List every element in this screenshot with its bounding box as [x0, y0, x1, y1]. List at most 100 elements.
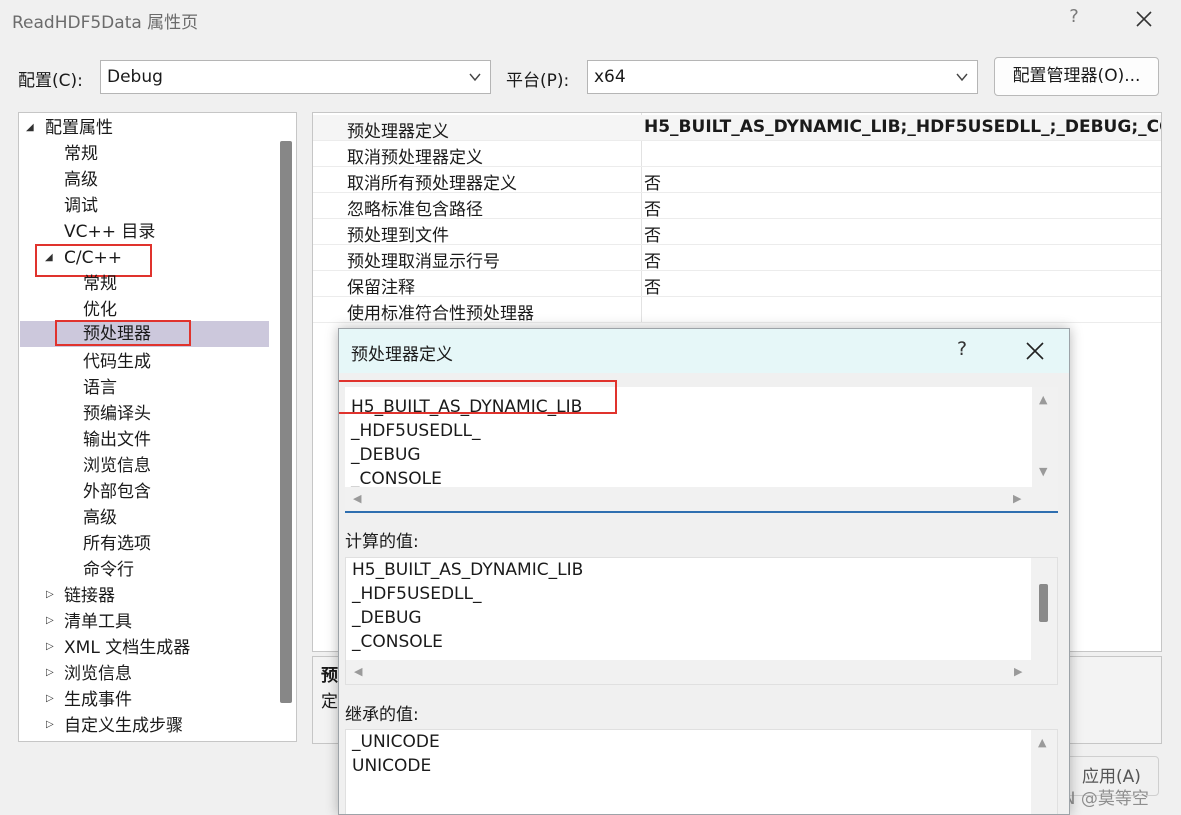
scroll-down-icon[interactable]: ▼ — [1039, 465, 1047, 478]
tree-item-output-files[interactable]: 输出文件 — [83, 427, 151, 453]
property-value[interactable]: 否 — [644, 221, 661, 246]
tree-item-browse-info[interactable]: 浏览信息 — [83, 453, 151, 479]
tree-item-xml-doc-generator[interactable]: XML 文档生成器 — [64, 635, 190, 661]
edit-line[interactable]: _CONSOLE — [351, 469, 442, 489]
preprocessor-definitions-dialog: 预处理器定义 ? H5_BUILT_AS_DYNAMIC_LIB _HDF5US… — [338, 328, 1070, 815]
config-value: Debug — [107, 67, 163, 87]
tree-item-cpp-general[interactable]: 常规 — [83, 271, 117, 297]
computed-values-label: 计算的值: — [345, 532, 419, 552]
edit-horizontal-scrollbar[interactable]: ◀ ▶ — [345, 487, 1058, 511]
config-label: 配置(C): — [18, 71, 83, 91]
property-name: 预处理器定义 — [347, 122, 449, 142]
property-value[interactable]: H5_BUILT_AS_DYNAMIC_LIB;_HDF5USEDLL_;_DE… — [644, 117, 1161, 137]
expanded-triangle-icon[interactable]: ◢ — [26, 122, 34, 133]
computed-horizontal-scrollbar[interactable]: ◀ ▶ — [346, 660, 1057, 684]
collapsed-triangle-icon[interactable]: ▷ — [46, 667, 54, 678]
tree-item-debugging[interactable]: 调试 — [64, 193, 98, 219]
highlight-box-definition — [339, 380, 617, 414]
edit-line[interactable]: _HDF5USEDLL_ — [351, 421, 480, 441]
close-icon[interactable] — [1128, 4, 1160, 34]
scroll-up-icon[interactable]: ▲ — [1039, 393, 1047, 406]
close-icon[interactable] — [1023, 339, 1047, 363]
inherited-line: UNICODE — [352, 756, 432, 776]
help-button[interactable]: ? — [1062, 6, 1086, 30]
tree-item-external-includes[interactable]: 外部包含 — [83, 479, 151, 505]
description-title: 预 — [321, 666, 338, 686]
tree-item-browse-information[interactable]: 浏览信息 — [64, 661, 132, 687]
platform-dropdown[interactable]: x64 — [587, 60, 978, 94]
computed-values-list: H5_BUILT_AS_DYNAMIC_LIB _HDF5USEDLL_ _DE… — [345, 557, 1058, 685]
inherited-line: _UNICODE — [352, 732, 440, 752]
collapsed-triangle-icon[interactable]: ▷ — [46, 719, 54, 730]
grid-row[interactable]: 取消所有预处理器定义 否 — [313, 167, 1161, 194]
tree-item-build-events[interactable]: 生成事件 — [64, 687, 132, 713]
computed-line: H5_BUILT_AS_DYNAMIC_LIB — [352, 560, 584, 580]
config-dropdown[interactable]: Debug — [100, 60, 491, 94]
property-tree: ◢ 配置属性 常规 高级 调试 VC++ 目录 ◢ C/C++ 常规 优化 预处… — [18, 112, 297, 742]
grid-row[interactable]: 使用标准符合性预处理器 — [313, 297, 1161, 324]
chevron-down-icon — [469, 73, 481, 82]
tree-item-code-generation[interactable]: 代码生成 — [83, 349, 151, 375]
scroll-right-icon[interactable]: ▶ — [1013, 492, 1021, 505]
collapsed-triangle-icon[interactable]: ▷ — [46, 589, 54, 600]
tree-item-config-properties[interactable]: 配置属性 — [45, 115, 113, 141]
grid-row[interactable]: 预处理器定义 H5_BUILT_AS_DYNAMIC_LIB;_HDF5USED… — [313, 115, 1161, 142]
property-value[interactable]: 否 — [644, 273, 661, 298]
grid-row[interactable]: 预处理取消显示行号 否 — [313, 245, 1161, 272]
property-name: 取消所有预处理器定义 — [347, 174, 517, 194]
tree-item-cpp-advanced[interactable]: 高级 — [83, 505, 117, 531]
edit-vertical-scrollbar[interactable]: ▲ ▼ — [1032, 387, 1058, 489]
grid-row[interactable]: 忽略标准包含路径 否 — [313, 193, 1161, 220]
dialog-titlebar: 预处理器定义 ? — [339, 329, 1069, 373]
description-text: 定 — [321, 692, 338, 712]
dialog-title: 预处理器定义 — [351, 345, 453, 365]
window-title: ReadHDF5Data 属性页 — [12, 13, 199, 33]
computed-line: _HDF5USEDLL_ — [352, 584, 482, 604]
property-name: 预处理到文件 — [347, 226, 449, 246]
property-name: 使用标准符合性预处理器 — [347, 304, 534, 324]
inherited-values-list: _UNICODE UNICODE ▲ — [345, 729, 1058, 814]
tree-item-custom-build-step[interactable]: 自定义生成步骤 — [64, 713, 183, 739]
property-value[interactable]: 否 — [644, 169, 661, 194]
tree-item-command-line[interactable]: 命令行 — [83, 557, 134, 583]
tree-scrollbar[interactable] — [280, 141, 292, 703]
tree-item-all-options[interactable]: 所有选项 — [83, 531, 151, 557]
property-value[interactable]: 否 — [644, 195, 661, 220]
inherited-vertical-scrollbar[interactable]: ▲ — [1031, 730, 1057, 814]
collapsed-triangle-icon[interactable]: ▷ — [46, 693, 54, 704]
grid-row[interactable]: 取消预处理器定义 — [313, 141, 1161, 168]
window-titlebar: ReadHDF5Data 属性页 ? — [0, 0, 1181, 40]
property-name: 取消预处理器定义 — [347, 148, 483, 168]
property-value[interactable]: 否 — [644, 247, 661, 272]
inherited-values-label: 继承的值: — [345, 705, 419, 725]
dialog-help-button[interactable]: ? — [957, 338, 967, 360]
tree-item-manifest-tool[interactable]: 清单工具 — [64, 609, 132, 635]
scroll-left-icon[interactable]: ◀ — [353, 492, 361, 505]
scroll-thumb[interactable] — [1039, 584, 1048, 622]
tree-item-linker[interactable]: 链接器 — [64, 583, 115, 609]
config-manager-button[interactable]: 配置管理器(O)... — [994, 57, 1159, 96]
computed-line: _DEBUG — [352, 608, 422, 628]
scroll-right-icon[interactable]: ▶ — [1014, 665, 1022, 678]
platform-value: x64 — [594, 67, 626, 87]
property-name: 预处理取消显示行号 — [347, 252, 500, 272]
grid-row[interactable]: 预处理到文件 否 — [313, 219, 1161, 246]
grid-row[interactable]: 保留注释 否 — [313, 271, 1161, 298]
tree-item-precompiled-headers[interactable]: 预编译头 — [83, 401, 151, 427]
tree-item-vc-directories[interactable]: VC++ 目录 — [64, 219, 155, 245]
tree-item-advanced[interactable]: 高级 — [64, 167, 98, 193]
scroll-left-icon[interactable]: ◀ — [354, 665, 362, 678]
computed-line: _CONSOLE — [352, 632, 443, 652]
property-name: 保留注释 — [347, 278, 415, 298]
chevron-down-icon — [956, 73, 968, 82]
computed-vertical-scrollbar[interactable] — [1031, 558, 1057, 660]
tree-item-language[interactable]: 语言 — [83, 375, 117, 401]
highlight-box-preprocessor — [55, 320, 191, 346]
edit-line[interactable]: _DEBUG — [351, 445, 421, 465]
tree-item-general[interactable]: 常规 — [64, 141, 98, 167]
collapsed-triangle-icon[interactable]: ▷ — [46, 615, 54, 626]
platform-label: 平台(P): — [506, 71, 570, 91]
property-name: 忽略标准包含路径 — [347, 200, 483, 220]
collapsed-triangle-icon[interactable]: ▷ — [46, 641, 54, 652]
scroll-up-icon[interactable]: ▲ — [1038, 736, 1046, 749]
